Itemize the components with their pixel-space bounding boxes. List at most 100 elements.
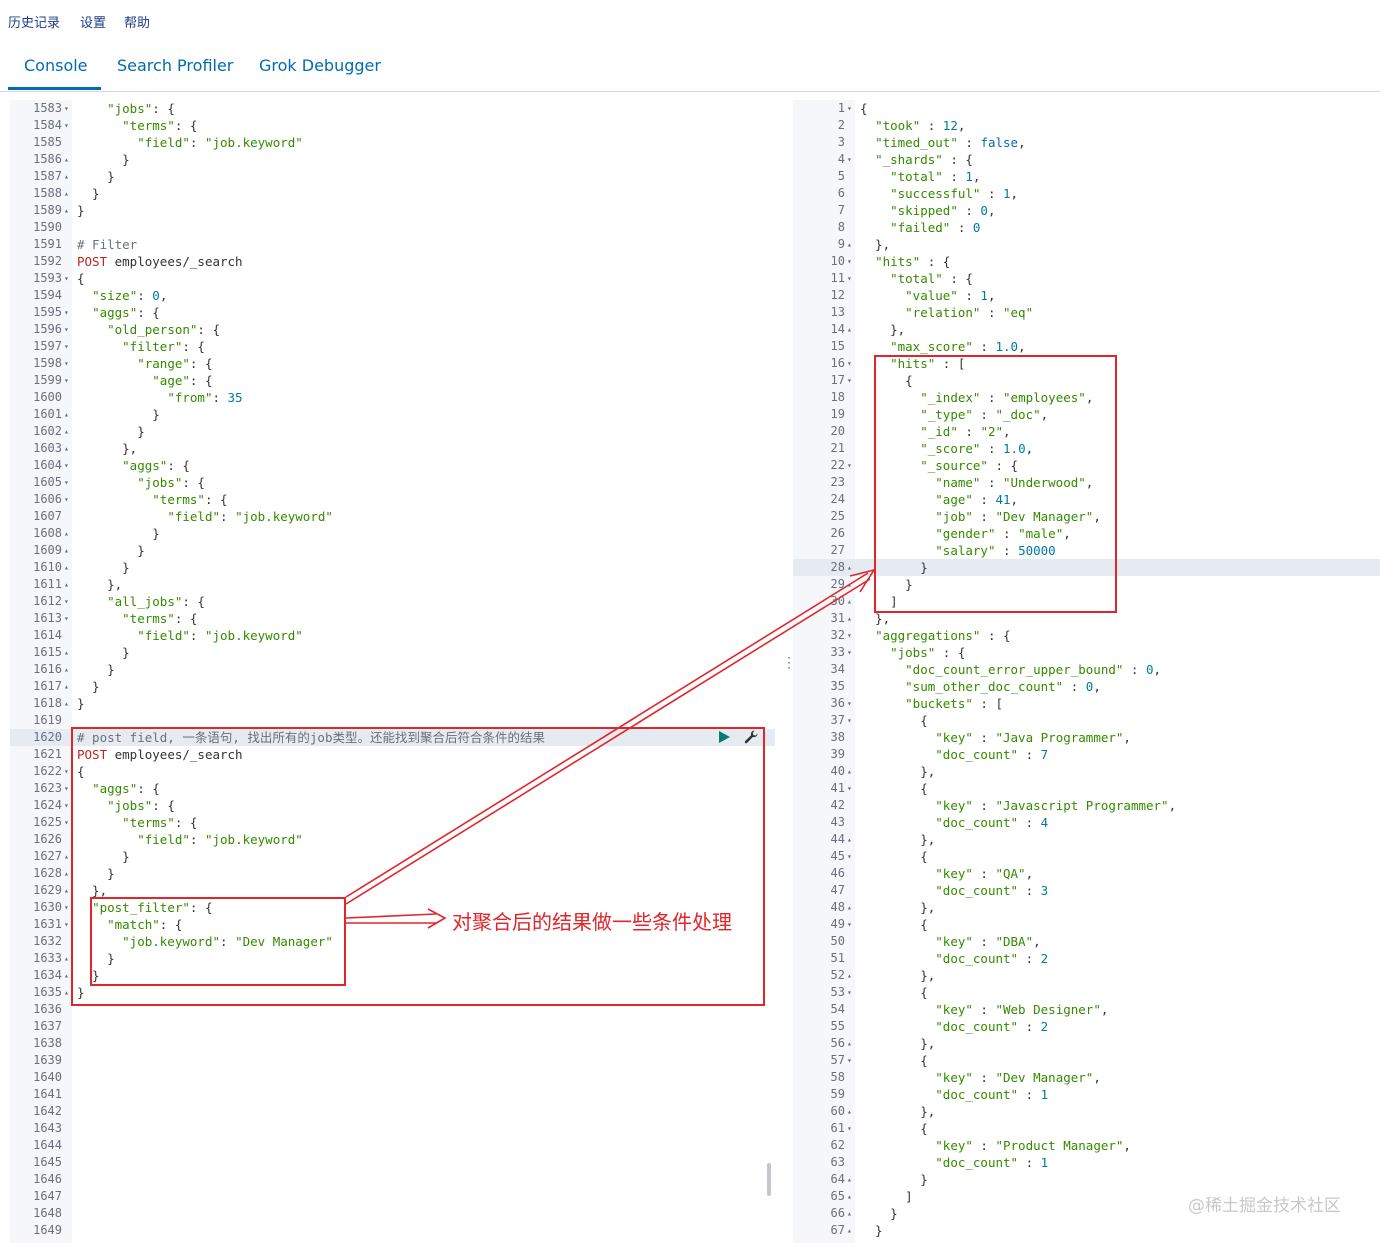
fold-collapse-icon[interactable]: ▴ [847, 593, 855, 610]
code-token: : [1018, 1155, 1041, 1170]
fold-collapse-icon[interactable]: ▴ [847, 763, 855, 780]
fold-expanded-icon[interactable]: ▾ [847, 270, 855, 287]
fold-expanded-icon[interactable]: ▾ [847, 780, 855, 797]
code-token: "aggs" [92, 305, 138, 320]
fold-collapse-icon[interactable]: ▴ [64, 576, 72, 593]
fold-expanded-icon[interactable]: ▾ [847, 848, 855, 865]
fold-collapse-icon[interactable]: ▴ [847, 899, 855, 916]
code-token: : [920, 118, 943, 133]
fold-expanded-icon[interactable]: ▾ [847, 1120, 855, 1137]
fold-collapse-icon[interactable]: ▴ [847, 559, 855, 576]
code-token: "relation" [905, 305, 981, 320]
fold-expanded-icon[interactable]: ▾ [64, 100, 72, 117]
fold-expanded-icon[interactable]: ▾ [64, 270, 72, 287]
fold-expanded-icon[interactable]: ▾ [847, 355, 855, 372]
fold-collapse-icon[interactable]: ▴ [64, 678, 72, 695]
fold-expanded-icon[interactable]: ▾ [64, 457, 72, 474]
fold-collapse-icon[interactable]: ▴ [64, 644, 72, 661]
code-line: 13 "relation" : "eq" [793, 304, 1380, 321]
code-text: } [77, 695, 775, 712]
fold-expanded-icon[interactable]: ▾ [64, 474, 72, 491]
fold-expanded-icon[interactable]: ▾ [847, 151, 855, 168]
fold-expanded-icon[interactable]: ▾ [64, 491, 72, 508]
fold-expanded-icon[interactable]: ▾ [847, 253, 855, 270]
fold-collapse-icon[interactable]: ▴ [64, 695, 72, 712]
fold-collapse-icon[interactable]: ▴ [847, 967, 855, 984]
editor-scrollbar[interactable] [767, 1163, 771, 1196]
tab-search-profiler[interactable]: Search Profiler [117, 56, 233, 75]
code-text: # Filter [77, 236, 775, 253]
code-text: "relation" : "eq" [860, 304, 1380, 321]
code-token: : [189, 628, 205, 643]
fold-expanded-icon[interactable]: ▾ [847, 457, 855, 474]
fold-collapse-icon[interactable]: ▴ [64, 542, 72, 559]
menu-history[interactable]: 历史记录 [8, 12, 60, 31]
fold-collapse-icon[interactable]: ▴ [64, 423, 72, 440]
fold-collapse-icon[interactable]: ▴ [847, 610, 855, 627]
fold-expanded-icon[interactable]: ▾ [64, 372, 72, 389]
code-line: 63 "doc_count" : 1 [793, 1154, 1380, 1171]
fold-collapse-icon[interactable]: ▴ [847, 321, 855, 338]
code-line: 1586 ▴ } [10, 151, 775, 168]
fold-collapse-icon[interactable]: ▴ [847, 236, 855, 253]
menu-help[interactable]: 帮助 [124, 12, 150, 31]
fold-expanded-icon[interactable]: ▾ [64, 117, 72, 134]
fold-expanded-icon[interactable]: ▾ [64, 610, 72, 627]
fold-expanded-icon[interactable]: ▾ [847, 644, 855, 661]
fold-collapse-icon[interactable]: ▴ [847, 1222, 855, 1239]
line-number: 8 [837, 220, 845, 234]
response-viewer[interactable]: 1 ▾{2 "took" : 12, 3 "timed_out" : false, 4… [793, 100, 1380, 1243]
fold-collapse-icon[interactable]: ▴ [64, 202, 72, 219]
fold-collapse-icon[interactable]: ▴ [847, 1171, 855, 1188]
fold-expanded-icon[interactable]: ▾ [64, 355, 72, 372]
fold-collapse-icon[interactable]: ▴ [64, 406, 72, 423]
fold-expanded-icon[interactable]: ▾ [847, 916, 855, 933]
line-number: 28 [830, 560, 845, 574]
fold-collapse-icon[interactable]: ▴ [847, 831, 855, 848]
code-token: }, [860, 611, 891, 626]
fold-collapse-icon[interactable]: ▴ [847, 1035, 855, 1052]
code-text: "total" : { [860, 270, 1380, 287]
fold-expanded-icon[interactable]: ▾ [847, 984, 855, 1001]
fold-expanded-icon[interactable]: ▾ [847, 695, 855, 712]
fold-collapse-icon[interactable]: ▴ [64, 185, 72, 202]
fold-expanded-icon[interactable]: ▾ [847, 100, 855, 117]
fold-collapse-icon[interactable]: ▴ [847, 1103, 855, 1120]
vertical-dots-icon[interactable]: ⋮ [782, 655, 796, 671]
line-number: 16 [830, 356, 845, 370]
code-token: , [1093, 1070, 1101, 1085]
fold-collapse-icon[interactable]: ▴ [64, 559, 72, 576]
code-token: : [1018, 1087, 1041, 1102]
line-number: 49 [830, 917, 845, 931]
fold-collapse-icon[interactable]: ▴ [64, 661, 72, 678]
fold-collapse-icon[interactable]: ▴ [64, 525, 72, 542]
code-token: } [77, 543, 145, 558]
line-number: 14 [830, 322, 845, 336]
menu-settings[interactable]: 设置 [80, 12, 106, 31]
tab-grok-debugger[interactable]: Grok Debugger [259, 56, 381, 75]
fold-collapse-icon[interactable]: ▴ [847, 1188, 855, 1205]
code-text: "jobs": { [77, 474, 775, 491]
fold-expanded-icon[interactable]: ▾ [847, 627, 855, 644]
fold-collapse-icon[interactable]: ▴ [847, 576, 855, 593]
fold-expanded-icon[interactable]: ▾ [847, 372, 855, 389]
line-number: 1587 [33, 169, 62, 183]
fold-expanded-icon[interactable]: ▾ [847, 712, 855, 729]
line-number: 27 [830, 543, 845, 557]
fold-expanded-icon[interactable]: ▾ [847, 1052, 855, 1069]
fold-collapse-icon[interactable]: ▴ [64, 151, 72, 168]
fold-collapse-icon[interactable]: ▴ [847, 1205, 855, 1222]
tab-console[interactable]: Console [24, 56, 88, 75]
fold-expanded-icon[interactable]: ▾ [64, 304, 72, 321]
fold-collapse-icon[interactable]: ▴ [64, 440, 72, 457]
fold-collapse-icon[interactable]: ▴ [64, 168, 72, 185]
request-editor[interactable]: 1583 ▾ "jobs": {1584 ▾ "terms": {1585 "fie… [10, 100, 775, 1243]
line-number: 58 [830, 1070, 845, 1084]
fold-expanded-icon[interactable]: ▾ [64, 321, 72, 338]
fold-expanded-icon[interactable]: ▾ [64, 593, 72, 610]
fold-expanded-icon[interactable]: ▾ [64, 338, 72, 355]
